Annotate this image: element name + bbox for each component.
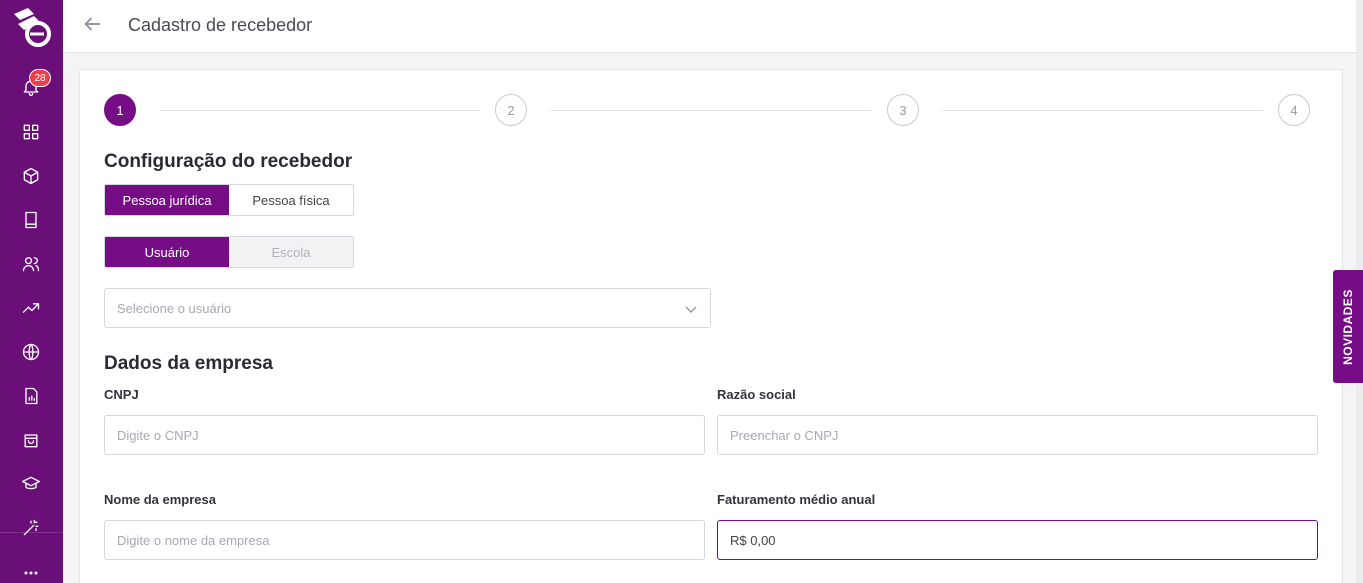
back-arrow-icon[interactable] xyxy=(81,13,105,37)
trending-icon[interactable] xyxy=(19,296,43,320)
escola-option[interactable]: Escola xyxy=(229,237,353,267)
faturamento-field[interactable] xyxy=(717,520,1318,560)
step-connector xyxy=(943,110,1263,111)
magic-wand-icon[interactable] xyxy=(19,516,43,540)
nome-empresa-label: Nome da empresa xyxy=(104,492,216,507)
novidades-label: NOVIDADES xyxy=(1341,288,1355,365)
more-icon[interactable] xyxy=(19,561,43,583)
section-title-config: Configuração do recebedor xyxy=(104,151,353,172)
step-connector xyxy=(551,110,871,111)
step-connector xyxy=(160,110,480,111)
pessoa-juridica-option[interactable]: Pessoa jurídica xyxy=(105,185,229,215)
step-2[interactable]: 2 xyxy=(495,94,527,126)
shopping-bag-icon[interactable] xyxy=(19,428,43,452)
faturamento-label: Faturamento médio anual xyxy=(717,492,876,507)
users-icon[interactable] xyxy=(19,252,43,276)
razao-social-label: Razão social xyxy=(717,387,796,402)
globe-icon[interactable] xyxy=(19,340,43,364)
pessoa-fisica-option[interactable]: Pessoa física xyxy=(229,185,353,215)
user-select-placeholder: Selecione o usuário xyxy=(117,301,232,316)
brand-logo[interactable] xyxy=(8,4,52,48)
step-3[interactable]: 3 xyxy=(887,94,919,126)
page-title: Cadastro de recebedor xyxy=(128,15,313,35)
graduation-cap-icon[interactable] xyxy=(19,472,43,496)
grid-icon[interactable] xyxy=(19,120,43,144)
usuario-option[interactable]: Usuário xyxy=(105,237,229,267)
sidebar: 28 xyxy=(0,0,63,583)
target-type-toggle: Usuário Escola xyxy=(104,236,354,268)
person-type-toggle: Pessoa jurídica Pessoa física xyxy=(104,184,354,216)
box-icon[interactable] xyxy=(19,164,43,188)
notification-badge: 28 xyxy=(29,69,51,87)
nome-empresa-field[interactable] xyxy=(104,520,705,560)
step-1[interactable]: 1 xyxy=(104,94,136,126)
novidades-tab[interactable]: NOVIDADES xyxy=(1333,270,1363,383)
book-icon[interactable] xyxy=(19,208,43,232)
report-icon[interactable] xyxy=(19,384,43,408)
user-select[interactable]: Selecione o usuário xyxy=(104,288,711,328)
cnpj-label: CNPJ xyxy=(104,387,139,402)
cnpj-field[interactable] xyxy=(104,415,705,455)
page-header: Cadastro de recebedor xyxy=(63,0,1356,53)
razao-social-field[interactable] xyxy=(717,415,1318,455)
step-4[interactable]: 4 xyxy=(1278,94,1310,126)
chevron-down-icon xyxy=(684,302,698,316)
section-title-company: Dados da empresa xyxy=(104,353,273,374)
sidebar-separator xyxy=(0,532,63,533)
